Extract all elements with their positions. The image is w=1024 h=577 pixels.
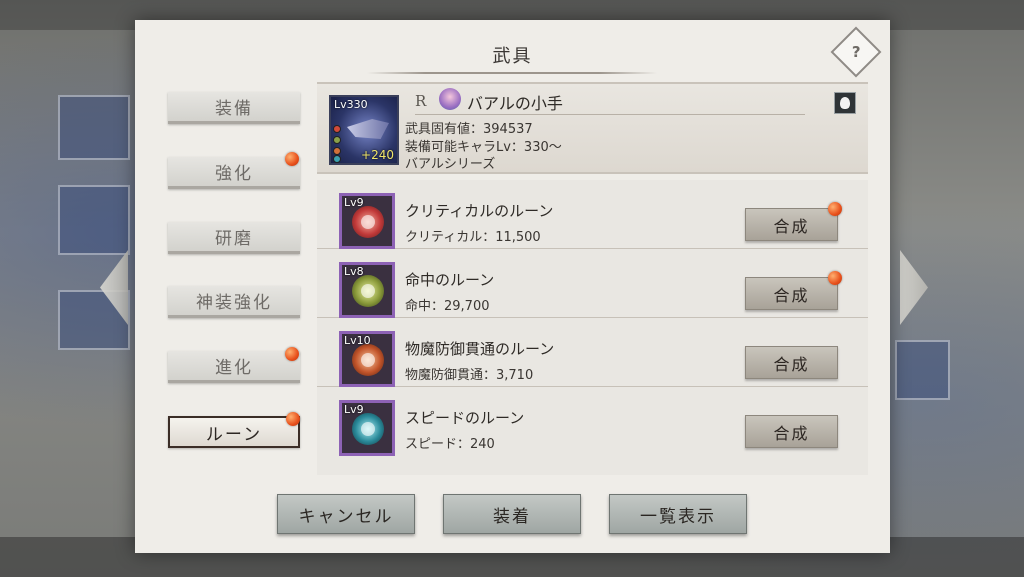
rune-core: [361, 422, 375, 436]
background-card: [58, 185, 130, 255]
background-card: [58, 95, 130, 160]
rune-level: Lv9: [344, 403, 364, 416]
help-icon: ?: [851, 42, 861, 61]
cancel-label: キャンセル: [298, 506, 394, 527]
rune-core: [361, 284, 375, 298]
weapon-icon[interactable]: Lv330 +240: [329, 95, 399, 165]
tab-evolve[interactable]: 進化: [168, 351, 300, 383]
gauntlet-icon: [347, 119, 389, 139]
combine-label: 合成: [773, 216, 810, 236]
rune-name: 命中のルーン: [405, 271, 495, 289]
combine-label: 合成: [773, 285, 810, 305]
tab-label: 装備: [215, 99, 253, 119]
rune-row: Lv10 物魔防御貫通のルーン 物魔防御貫通：3,710 合成: [317, 318, 868, 387]
combine-button[interactable]: 合成: [745, 415, 838, 448]
combine-button[interactable]: 合成: [745, 208, 838, 241]
list-view-button[interactable]: 一覧表示: [609, 494, 747, 534]
rune-slot-icon: [333, 125, 341, 133]
rune-icon[interactable]: Lv9: [339, 400, 395, 456]
tab-divine-enhance[interactable]: 神装強化: [168, 286, 300, 318]
tab-polish[interactable]: 研磨: [168, 222, 300, 254]
tab-label: 強化: [215, 164, 253, 184]
combine-button[interactable]: 合成: [745, 346, 838, 379]
equip-button[interactable]: 装着: [443, 494, 581, 534]
tab-label: 研磨: [215, 229, 253, 249]
ghost-icon: [840, 97, 850, 109]
rune-stat: 物魔防御貫通：3,710: [405, 368, 534, 383]
weapon-dialog: 武具 ? 装備 強化 研磨 神装強化 進化 ルーン Lv330 +240 R バ…: [135, 20, 890, 553]
weapon-name: バアルの小手: [467, 94, 563, 113]
tab-label: 神装強化: [196, 293, 272, 313]
rune-core: [361, 215, 375, 229]
combine-button[interactable]: 合成: [745, 277, 838, 310]
rune-icon[interactable]: Lv10: [339, 331, 395, 387]
dialog-title: 武具: [492, 46, 533, 67]
notification-badge: [285, 152, 299, 166]
rune-icon[interactable]: Lv9: [339, 193, 395, 249]
weapon-series: バアルシリーズ: [405, 157, 496, 172]
list-view-label: 一覧表示: [640, 506, 716, 527]
rune-stat: クリティカル：11,500: [405, 230, 541, 245]
title-divider: [367, 72, 657, 74]
rune-slot-icon: [333, 136, 341, 144]
cancel-button[interactable]: キャンセル: [277, 494, 415, 534]
help-button[interactable]: ?: [830, 26, 882, 78]
weapon-plus-value: +240: [361, 148, 394, 162]
rune-slot-icon: [333, 147, 341, 155]
rune-name: 物魔防御貫通のルーン: [405, 340, 555, 358]
weapon-name-divider: [415, 114, 805, 115]
weapon-level: Lv330: [334, 98, 368, 111]
rune-level: Lv9: [344, 196, 364, 209]
weapon-detail-button[interactable]: [834, 92, 856, 114]
rune-level: Lv10: [344, 334, 371, 347]
equip-label: 装着: [493, 506, 531, 527]
rune-name: スピードのルーン: [405, 409, 525, 427]
rune-row: Lv9 スピードのルーン スピード：240 合成: [317, 387, 868, 456]
weapon-unique-value: 武具固有値：394537: [405, 122, 533, 137]
background-card: [895, 340, 950, 400]
rune-row: Lv8 命中のルーン 命中：29,700 合成: [317, 249, 868, 318]
rarity-label: R: [415, 92, 427, 110]
rune-level: Lv8: [344, 265, 364, 278]
rune-stat: スピード：240: [405, 437, 495, 452]
notification-badge: [285, 347, 299, 361]
rune-name: クリティカルのルーン: [405, 202, 554, 220]
tab-equip[interactable]: 装備: [168, 92, 300, 124]
rune-row: Lv9 クリティカルのルーン クリティカル：11,500 合成: [317, 180, 868, 249]
rune-core: [361, 353, 375, 367]
rune-icon[interactable]: Lv8: [339, 262, 395, 318]
tab-label: 進化: [215, 358, 253, 378]
notification-badge: [286, 412, 300, 426]
tab-enhance[interactable]: 強化: [168, 157, 300, 189]
combine-label: 合成: [773, 354, 810, 374]
tab-label: ルーン: [205, 424, 263, 445]
rune-stat: 命中：29,700: [405, 299, 490, 314]
notification-badge: [828, 271, 842, 285]
notification-badge: [828, 202, 842, 216]
weapon-info-panel: Lv330 +240 R バアルの小手 武具固有値：394537 装備可能キャラ…: [317, 82, 868, 174]
combine-label: 合成: [773, 423, 810, 443]
tab-rune[interactable]: ルーン: [168, 416, 300, 448]
character-avatar-icon: [439, 88, 461, 110]
rune-slot-icon: [333, 155, 341, 163]
rune-list: Lv9 クリティカルのルーン クリティカル：11,500 合成 Lv8 命中のル…: [317, 180, 868, 475]
